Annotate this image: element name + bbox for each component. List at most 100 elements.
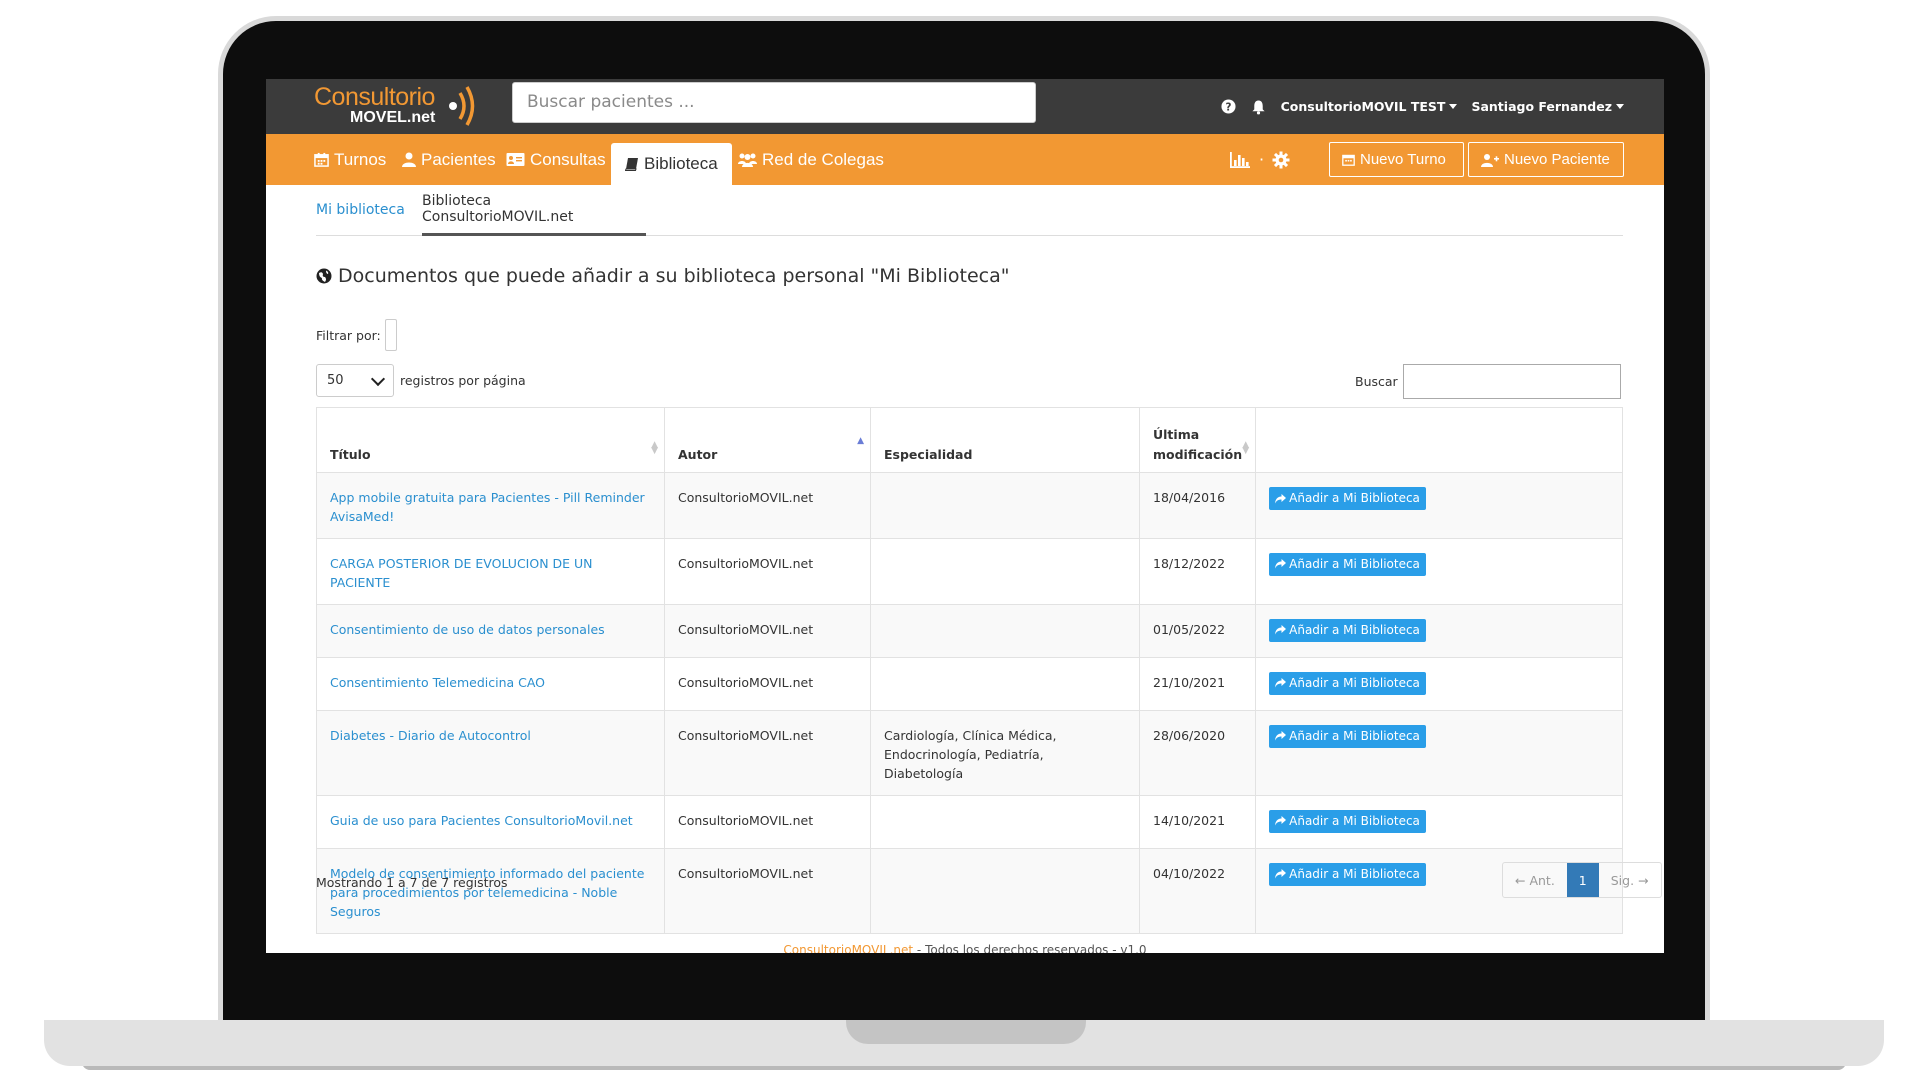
table-search-input[interactable] — [1402, 364, 1621, 399]
logo[interactable]: Consultorio MOVEL.net — [314, 81, 475, 131]
nav-item-biblioteca[interactable]: Biblioteca — [611, 143, 732, 185]
share-icon — [1275, 559, 1287, 569]
page-length-label: registros por página — [400, 373, 526, 388]
footer-text: - Todos los derechos reservados - v1.0 — [913, 943, 1147, 953]
document-title-link[interactable]: Diabetes - Diario de Autocontrol — [330, 728, 531, 743]
cell-author: ConsultorioMOVIL.net — [664, 656, 871, 711]
account-menu-label: ConsultorioMOVIL TEST — [1280, 99, 1446, 114]
user-icon — [402, 152, 416, 167]
share-icon — [1275, 816, 1287, 826]
new-patient-button[interactable]: Nuevo Paciente — [1468, 142, 1624, 177]
laptop-notch — [846, 1020, 1086, 1044]
table-row: Guia de uso para Pacientes ConsultorioMo… — [316, 794, 1623, 849]
cell-specialty — [870, 603, 1140, 658]
page-length-value: 50 — [327, 373, 344, 388]
user-menu-label: Santiago Fernandez — [1471, 99, 1612, 114]
new-appointment-label: Nuevo Turno — [1360, 151, 1446, 168]
nav-label-consultas: Consultas — [530, 149, 606, 169]
logo-sub-text: MOVEL.net — [350, 109, 436, 126]
gear-icon[interactable] — [1272, 151, 1290, 169]
help-icon[interactable]: ? — [1221, 99, 1237, 115]
top-right-menu: ? ConsultorioMOVIL TEST Santiago Fernand… — [1221, 79, 1624, 134]
pagination-page[interactable]: 1 — [1566, 863, 1599, 897]
bar-chart-icon[interactable] — [1229, 151, 1251, 169]
cell-modified: 21/10/2021 — [1138, 656, 1257, 711]
sort-icon: ▲ ▼ — [651, 440, 658, 456]
cell-author: ConsultorioMOVIL.net — [664, 847, 871, 934]
add-to-library-label: Añadir a Mi Biblioteca — [1289, 813, 1420, 828]
cell-specialty — [870, 794, 1140, 849]
nav-item-pacientes[interactable]: Pacientes — [402, 134, 496, 185]
add-to-library-button[interactable]: Añadir a Mi Biblioteca — [1269, 809, 1426, 833]
add-to-library-button[interactable]: Añadir a Mi Biblioteca — [1269, 487, 1426, 510]
calendar-icon — [1342, 154, 1355, 166]
document-title-link[interactable]: Consentimiento de uso de datos personale… — [330, 622, 605, 637]
column-header-autor[interactable]: Autor ▲ — [664, 407, 871, 473]
bell-icon[interactable] — [1251, 99, 1267, 115]
cell-title: Consentimiento Telemedicina CAO — [316, 656, 665, 711]
filter-label: Filtrar por: — [316, 327, 381, 343]
table-row: Modelo de consentimiento informado del p… — [316, 847, 1623, 934]
share-icon — [1275, 493, 1287, 503]
cell-actions: Añadir a Mi Biblioteca — [1255, 472, 1623, 539]
cell-actions: Añadir a Mi Biblioteca — [1255, 656, 1623, 711]
add-to-library-button[interactable]: Añadir a Mi Biblioteca — [1269, 724, 1426, 748]
tab-biblioteca-consultoriomovil[interactable]: Biblioteca ConsultorioMOVIL.net — [422, 185, 646, 236]
page-title: Documentos que puede añadir a su bibliot… — [316, 265, 1010, 287]
cell-modified: 28/06/2020 — [1138, 709, 1257, 796]
table-row: CARGA POSTERIOR DE EVOLUCION DE UN PACIE… — [316, 537, 1623, 605]
nav-item-turnos[interactable]: Turnos — [314, 134, 386, 185]
page-title-text: Documentos que puede añadir a su bibliot… — [338, 265, 1010, 287]
sort-icon: ▲ ▼ — [1242, 440, 1250, 456]
cell-modified: 14/10/2021 — [1138, 794, 1257, 849]
column-header-ultima-modificacion[interactable]: Última modificación ▲ ▼ — [1138, 407, 1257, 473]
document-title-link[interactable]: CARGA POSTERIOR DE EVOLUCION DE UN PACIE… — [330, 556, 593, 590]
cell-title: App mobile gratuita para Pacientes - Pil… — [316, 472, 665, 539]
user-menu[interactable]: Santiago Fernandez — [1471, 99, 1624, 114]
caret-down-icon — [1616, 104, 1624, 109]
nav-tools: · — [1229, 134, 1290, 185]
logo-main-text: Consultorio — [314, 83, 435, 111]
column-header-titulo[interactable]: Título ▲ ▼ — [316, 407, 665, 473]
document-title-link[interactable]: Modelo de consentimiento informado del p… — [330, 866, 644, 920]
column-header-especialidad[interactable]: Especialidad — [870, 407, 1140, 473]
new-appointment-button[interactable]: Nuevo Turno — [1329, 142, 1464, 177]
cell-title: Guia de uso para Pacientes ConsultorioMo… — [316, 794, 665, 849]
account-menu[interactable]: ConsultorioMOVIL TEST — [1281, 99, 1458, 114]
document-title-link[interactable]: Guia de uso para Pacientes ConsultorioMo… — [330, 813, 633, 828]
table-search-label: Buscar — [1355, 374, 1398, 389]
table-row: Consentimiento Telemedicina CAO Consultor… — [316, 656, 1623, 711]
cell-modified: 18/12/2022 — [1138, 537, 1257, 605]
cell-author: ConsultorioMOVIL.net — [664, 537, 871, 605]
cell-specialty — [870, 472, 1140, 539]
share-icon — [1275, 625, 1287, 635]
document-title-link[interactable]: Consentimiento Telemedicina CAO — [330, 675, 545, 690]
patient-search-input[interactable]: Buscar pacientes ... — [512, 82, 1036, 123]
cell-modified: 01/05/2022 — [1138, 603, 1257, 658]
filter-select[interactable] — [384, 319, 397, 351]
sort-ascending-icon: ▲ — [857, 436, 864, 446]
document-title-link[interactable]: App mobile gratuita para Pacientes - Pil… — [330, 490, 645, 524]
pagination-prev[interactable]: ← Ant. — [1503, 863, 1567, 897]
nav-tools-separator: · — [1259, 150, 1265, 169]
footer-brand-link[interactable]: ConsultorioMOVIL.net — [783, 943, 913, 953]
pagination-next[interactable]: Sig. → — [1599, 863, 1661, 897]
cell-actions: Añadir a Mi Biblioteca — [1255, 603, 1623, 658]
nav-item-consultas[interactable]: Consultas — [506, 134, 606, 185]
add-to-library-button[interactable]: Añadir a Mi Biblioteca — [1269, 618, 1426, 642]
chevron-down-icon — [370, 371, 386, 386]
cell-actions: Añadir a Mi Biblioteca — [1255, 794, 1623, 849]
add-to-library-button[interactable]: Añadir a Mi Biblioteca — [1269, 552, 1426, 576]
add-to-library-button[interactable]: Añadir a Mi Biblioteca — [1269, 671, 1426, 695]
table-header-row: Título ▲ ▼ Autor ▲ Especialidad Última modi… — [316, 407, 1623, 473]
cell-author: ConsultorioMOVIL.net — [664, 472, 871, 539]
column-header-label: Especialidad — [884, 446, 973, 462]
tab-mi-biblioteca[interactable]: Mi biblioteca — [316, 185, 405, 235]
documents-table: Título ▲ ▼ Autor ▲ Especialidad Última modi… — [316, 407, 1623, 934]
add-to-library-button[interactable]: Añadir a Mi Biblioteca — [1269, 862, 1426, 886]
add-to-library-label: Añadir a Mi Biblioteca — [1289, 622, 1420, 637]
cell-title: Diabetes - Diario de Autocontrol — [316, 709, 665, 796]
cell-actions: Añadir a Mi Biblioteca — [1255, 537, 1623, 605]
nav-item-red-de-colegas[interactable]: Red de Colegas — [738, 134, 884, 185]
page-length-select[interactable]: 50 — [316, 364, 394, 397]
